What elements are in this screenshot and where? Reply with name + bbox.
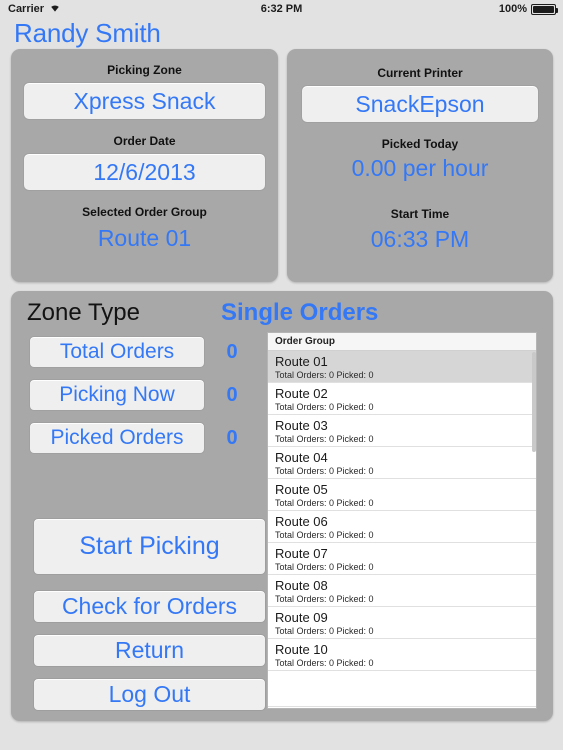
order-group-name: Route 05 [275,482,328,497]
zone-type-value: Single Orders [221,299,379,326]
table-row[interactable]: Route 06 Total Orders: 0 Picked: 0 [268,511,536,543]
order-group-name: Route 07 [275,546,328,561]
picking-zone-panel: Picking Zone Xpress Snack Order Date 12/… [11,49,278,282]
table-row[interactable]: Route 02 Total Orders: 0 Picked: 0 [268,383,536,415]
order-group-name: Route 08 [275,578,328,593]
table-row[interactable]: Route 08 Total Orders: 0 Picked: 0 [268,575,536,607]
picked-orders-button[interactable]: Picked Orders [29,422,205,454]
order-group-detail: Total Orders: 0 Picked: 0 [275,658,374,668]
table-row[interactable]: Route 09 Total Orders: 0 Picked: 0 [268,607,536,639]
order-management-panel: Zone Type Single Orders Total Orders 0 P… [11,291,553,721]
status-bar: Carrier 6:32 PM 100% [0,0,563,20]
order-group-name: Route 01 [275,354,328,369]
order-group-table-header: Order Group [268,333,536,351]
picking-zone-field[interactable]: Xpress Snack [23,82,266,120]
order-date-field[interactable]: 12/6/2013 [23,153,266,191]
return-button[interactable]: Return [33,634,266,667]
order-group-name: Route 03 [275,418,328,433]
order-group-table[interactable]: Order Group Route 01 Total Orders: 0 Pick… [267,332,537,709]
table-row[interactable]: Route 03 Total Orders: 0 Picked: 0 [268,415,536,447]
zone-type-label: Zone Type [27,299,140,326]
log-out-button[interactable]: Log Out [33,678,266,711]
picking-zone-label: Picking Zone [107,63,182,77]
order-group-detail: Total Orders: 0 Picked: 0 [275,594,374,604]
order-group-name: Route 02 [275,386,328,401]
table-row[interactable]: Route 10 Total Orders: 0 Picked: 0 [268,639,536,671]
order-group-detail: Total Orders: 0 Picked: 0 [275,498,374,508]
printer-status-panel: Current Printer SnackEpson Picked Today … [287,49,553,282]
start-picking-button[interactable]: Start Picking [33,518,266,575]
table-scrollbar[interactable] [532,352,536,452]
order-group-detail: Total Orders: 0 Picked: 0 [275,626,374,636]
order-group-name: Route 06 [275,514,328,529]
current-printer-label: Current Printer [377,66,463,80]
order-group-detail: Total Orders: 0 Picked: 0 [275,466,374,476]
battery-percent-label: 100% [498,3,527,15]
table-row[interactable]: Route 05 Total Orders: 0 Picked: 0 [268,479,536,511]
battery-full-icon [531,3,558,15]
picked-today-value: 0.00 per hour [351,155,489,181]
status-bar-clock: 6:32 PM [260,3,303,15]
order-group-name: Route 09 [275,610,328,625]
start-time-value: 06:33 PM [370,226,470,252]
page-title: Randy Smith [14,18,161,48]
app-screen: Carrier 6:32 PM 100% Randy Smith Picking… [0,0,563,750]
start-time-label: Start Time [390,207,450,221]
picking-now-count: 0 [226,383,238,406]
order-group-detail: Total Orders: 0 Picked: 0 [275,562,374,572]
total-orders-count: 0 [226,340,238,363]
table-row[interactable]: Route 04 Total Orders: 0 Picked: 0 [268,447,536,479]
order-group-detail: Total Orders: 0 Picked: 0 [275,434,374,444]
order-group-detail: Total Orders: 0 Picked: 0 [275,530,374,540]
order-group-name: Route 10 [275,642,328,657]
check-for-orders-button[interactable]: Check for Orders [33,590,266,623]
selected-order-group-value: Route 01 [97,225,192,251]
table-row-empty [268,671,536,707]
picked-orders-count: 0 [226,426,238,449]
order-group-name: Route 04 [275,450,328,465]
order-group-detail: Total Orders: 0 Picked: 0 [275,402,374,412]
table-row[interactable]: Route 07 Total Orders: 0 Picked: 0 [268,543,536,575]
order-group-detail: Total Orders: 0 Picked: 0 [275,370,374,380]
table-row[interactable]: Route 01 Total Orders: 0 Picked: 0 [268,351,536,383]
picking-now-button[interactable]: Picking Now [29,379,205,411]
current-printer-field[interactable]: SnackEpson [301,85,539,123]
total-orders-button[interactable]: Total Orders [29,336,205,368]
order-group-table-body[interactable]: Route 01 Total Orders: 0 Picked: 0 Route 0… [268,351,536,707]
status-bar-right: 100% [498,3,558,15]
order-date-label: Order Date [113,134,176,148]
picked-today-label: Picked Today [381,137,459,151]
selected-order-group-label: Selected Order Group [82,205,207,219]
